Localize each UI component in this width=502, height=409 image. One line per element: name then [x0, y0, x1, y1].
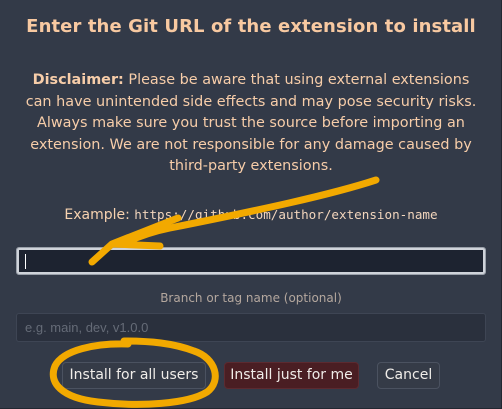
text-caret [25, 254, 26, 269]
install-extension-dialog: Enter the Git URL of the extension to in… [0, 0, 502, 409]
disclaimer-text: Disclaimer: Please be aware that using e… [20, 70, 482, 178]
install-all-users-button[interactable]: Install for all users [62, 362, 206, 389]
annotation-overlay [49, 176, 380, 408]
branch-input[interactable] [16, 313, 486, 342]
example-label: Example: [64, 207, 135, 223]
git-url-input[interactable] [16, 247, 486, 275]
cancel-button[interactable]: Cancel [377, 362, 440, 389]
branch-label: Branch or tag name (optional) [160, 291, 342, 305]
disclaimer-label: Disclaimer: [32, 72, 124, 88]
example-url: https://github.com/author/extension-name [134, 207, 438, 222]
install-just-for-me-button[interactable]: Install just for me [224, 362, 359, 389]
example-line: Example: https://github.com/author/exten… [0, 207, 502, 223]
dialog-title: Enter the Git URL of the extension to in… [26, 16, 476, 37]
